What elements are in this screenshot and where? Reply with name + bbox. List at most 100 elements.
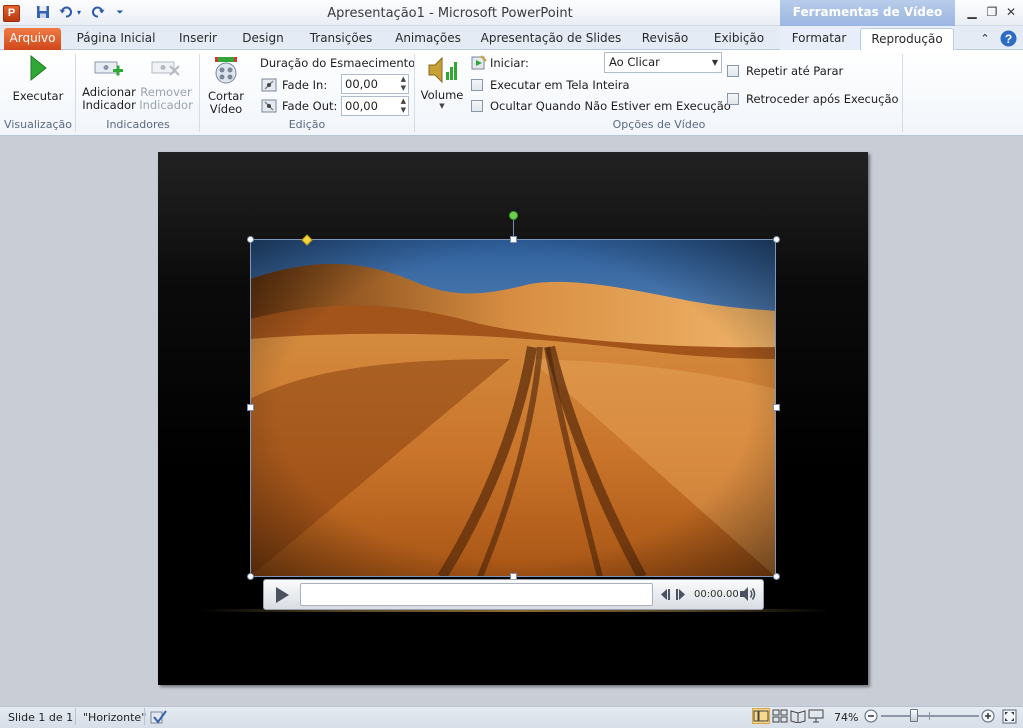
slideshow-view-icon[interactable]: [808, 709, 824, 723]
status-separator: [144, 708, 145, 725]
loop-option[interactable]: Repetir até Parar: [727, 63, 843, 79]
start-dropdown-value: Ao Clicar: [609, 55, 660, 69]
spinner-arrows-icon[interactable]: ▲ ▼: [401, 75, 406, 93]
fullscreen-label: Executar em Tela Inteira: [490, 78, 630, 92]
group-separator: [902, 54, 903, 132]
tab-slideshow[interactable]: Apresentação de Slides: [478, 28, 624, 50]
tab-review[interactable]: Revisão: [636, 28, 694, 50]
trim-video-label-2: Vídeo: [209, 102, 243, 116]
zoom-level[interactable]: 74%: [834, 711, 858, 724]
start-label: Iniciar:: [490, 56, 529, 70]
fade-out-icon: [261, 98, 279, 114]
player-play-icon[interactable]: [274, 586, 290, 604]
zoom-slider-track[interactable]: [881, 715, 979, 717]
fade-out-value: 00,00: [345, 99, 378, 113]
fit-to-window-icon[interactable]: [1002, 709, 1017, 724]
tab-file[interactable]: Arquivo: [4, 28, 61, 50]
zoom-out-icon[interactable]: [864, 709, 878, 723]
rotation-handle[interactable]: [509, 211, 518, 220]
close-icon[interactable]: ✕: [1002, 4, 1020, 20]
step-forward-icon[interactable]: [675, 588, 687, 601]
slide-counter: Slide 1 de 1: [8, 711, 74, 724]
tab-format[interactable]: Formatar: [784, 28, 854, 50]
trim-video-icon: [202, 54, 250, 86]
tab-design[interactable]: Design: [236, 28, 290, 50]
resize-handle-bottom-right[interactable]: [773, 573, 780, 580]
group-separator: [75, 54, 76, 132]
volume-button[interactable]: Volume ▼: [419, 54, 465, 116]
video-selection-frame: [250, 239, 776, 577]
group-label-bookmarks: Indicadores: [106, 118, 170, 131]
fullscreen-checkbox[interactable]: [471, 79, 483, 91]
tab-animations[interactable]: Animações: [390, 28, 466, 50]
resize-handle-top-left[interactable]: [247, 236, 254, 243]
rewind-label: Retroceder após Execução: [746, 92, 899, 106]
player-seek-bar[interactable]: [300, 583, 653, 606]
resize-handle-bottom-left[interactable]: [247, 573, 254, 580]
fullscreen-option[interactable]: Executar em Tela Inteira: [471, 77, 630, 93]
hide-when-not-playing-option[interactable]: Ocultar Quando Não Estiver em Execução: [471, 98, 731, 114]
status-separator: [75, 708, 76, 725]
remove-bookmark-button[interactable]: Remover Indicador: [138, 56, 194, 116]
step-back-icon[interactable]: [659, 588, 671, 601]
group-label-video-options: Opções de Vídeo: [612, 118, 706, 131]
tab-home[interactable]: Página Inicial: [72, 28, 160, 50]
minimize-icon[interactable]: ▁: [963, 4, 981, 20]
window-title: Apresentação1 - Microsoft PowerPoint: [327, 6, 573, 21]
hide-when-not-playing-label: Ocultar Quando Não Estiver em Execução: [490, 99, 731, 113]
play-preview-label: Executar: [12, 89, 64, 103]
volume-icon: [419, 54, 465, 86]
video-tools-header: Ferramentas de Vídeo: [780, 0, 955, 26]
tab-view[interactable]: Exibição: [706, 28, 772, 50]
tab-insert[interactable]: Inserir: [172, 28, 224, 50]
fade-out-label: Fade Out:: [282, 99, 338, 113]
minimize-ribbon-icon[interactable]: ⌃: [976, 30, 994, 48]
tab-transitions[interactable]: Transições: [302, 28, 380, 50]
rewind-checkbox[interactable]: [727, 93, 739, 105]
resize-handle-right[interactable]: [773, 404, 780, 411]
fade-out-spinner[interactable]: 00,00 ▲ ▼: [341, 96, 409, 116]
maximize-icon[interactable]: ❐: [983, 4, 1001, 20]
start-row: Iniciar:: [471, 55, 529, 71]
chevron-down-icon: ▼: [711, 58, 718, 67]
fade-in-spinner[interactable]: 00,00 ▲ ▼: [341, 74, 409, 94]
fade-duration-title: Duração do Esmaecimento: [260, 56, 416, 70]
zoom-slider-center-tick: [929, 712, 930, 720]
slide-sorter-view-icon[interactable]: [772, 709, 788, 723]
zoom-in-icon[interactable]: [981, 709, 995, 723]
rewind-option[interactable]: Retroceder após Execução: [727, 91, 899, 107]
group-label-preview: Visualização: [4, 118, 72, 131]
fade-in-row: Fade In:: [261, 75, 327, 95]
volume-label: Volume: [420, 88, 464, 102]
add-bookmark-label-2: Indicador: [82, 98, 136, 112]
spinner-arrows-icon[interactable]: ▲ ▼: [401, 97, 406, 115]
player-time: 00:00.00: [694, 589, 739, 600]
start-dropdown[interactable]: Ao Clicar ▼: [604, 52, 722, 73]
resize-handle-left[interactable]: [247, 404, 254, 411]
player-volume-icon[interactable]: [739, 586, 757, 602]
remove-bookmark-icon: [138, 56, 194, 86]
spell-check-icon[interactable]: [150, 709, 168, 725]
group-separator: [199, 54, 200, 132]
normal-view-icon[interactable]: [752, 708, 770, 724]
hide-when-not-playing-checkbox[interactable]: [471, 100, 483, 112]
start-icon: [471, 55, 487, 71]
trim-video-button[interactable]: Cortar Vídeo: [202, 54, 250, 116]
fade-in-icon: [261, 77, 279, 93]
remove-bookmark-label-2: Indicador: [139, 98, 193, 112]
add-bookmark-button[interactable]: Adicionar Indicador: [80, 56, 138, 116]
loop-label: Repetir até Parar: [746, 64, 844, 78]
help-icon[interactable]: ?: [999, 30, 1017, 48]
loop-checkbox[interactable]: [727, 65, 739, 77]
zoom-slider-thumb[interactable]: [910, 709, 918, 722]
resize-handle-top[interactable]: [510, 236, 517, 243]
fade-out-row: Fade Out:: [261, 96, 337, 116]
resize-handle-top-right[interactable]: [773, 236, 780, 243]
theme-name[interactable]: "Horizonte": [83, 711, 146, 724]
volume-dropdown-icon[interactable]: ▼: [419, 102, 465, 110]
add-bookmark-icon: [80, 56, 138, 86]
reading-view-icon[interactable]: [790, 709, 806, 724]
tab-playback[interactable]: Reprodução: [860, 28, 954, 51]
play-preview-button[interactable]: Executar: [8, 54, 68, 116]
group-separator: [414, 54, 415, 132]
